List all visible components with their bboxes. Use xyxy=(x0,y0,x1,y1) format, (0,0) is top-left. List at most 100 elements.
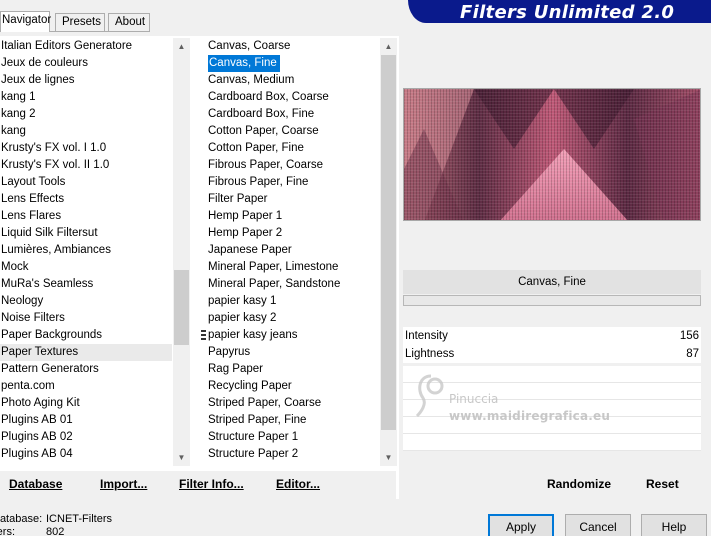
list-item[interactable]: Liquid Silk Filtersut xyxy=(0,225,172,242)
param-value: 156 xyxy=(679,330,699,342)
list-item[interactable]: Hemp Paper 2 xyxy=(207,225,379,242)
list-item[interactable]: Japanese Paper xyxy=(207,242,379,259)
list-item[interactable]: Canvas, Medium xyxy=(207,72,379,89)
list-item[interactable]: Cotton Paper, Fine xyxy=(207,140,379,157)
filters-count-value: 802 xyxy=(46,526,65,536)
preview-area: Canvas, Fine Intensity 156 Lightness 87 xyxy=(399,36,711,499)
help-button[interactable]: Help xyxy=(641,514,707,536)
list-item[interactable]: Canvas, Coarse xyxy=(207,38,379,55)
list-item[interactable]: Krusty's FX vol. I 1.0 xyxy=(0,140,172,157)
preview-button-bar: Randomize Reset xyxy=(399,471,711,499)
list-item[interactable]: Hemp Paper 1 xyxy=(207,208,379,225)
list-button-bar: Database Import... Filter Info... Editor… xyxy=(0,471,396,499)
param-value: 87 xyxy=(686,348,699,360)
list-item[interactable]: Pattern Generators xyxy=(0,361,172,378)
tab-navigator[interactable]: Navigator xyxy=(0,11,51,32)
list-item[interactable]: kang 1 xyxy=(0,89,172,106)
filter-info-button[interactable]: Filter Info... xyxy=(179,477,244,491)
import-button[interactable]: Import... xyxy=(100,477,147,491)
preview-image[interactable] xyxy=(403,88,701,221)
apply-button[interactable]: Apply xyxy=(488,514,554,536)
list-item[interactable]: Noise Filters xyxy=(0,310,172,327)
filter-list[interactable]: Canvas, Coarse Canvas, Fine Canvas, Medium… xyxy=(207,38,379,465)
param-intensity[interactable]: Intensity 156 xyxy=(403,327,701,345)
list-item[interactable]: Structure Paper 1 xyxy=(207,429,379,446)
list-item[interactable]: Mineral Paper, Limestone xyxy=(207,259,379,276)
list-item[interactable]: Lens Effects xyxy=(0,191,172,208)
list-item[interactable]: Cardboard Box, Coarse xyxy=(207,89,379,106)
preview-canvas-texture xyxy=(404,89,700,220)
list-item[interactable]: Plugins AB 01 xyxy=(0,412,172,429)
list-item[interactable]: Lens Flares xyxy=(0,208,172,225)
list-item[interactable]: Plugins AB 04 xyxy=(0,446,172,463)
tab-presets[interactable]: Presets xyxy=(55,13,105,31)
list-item[interactable]: Filter Paper xyxy=(207,191,379,208)
title-banner: Filters Unlimited 2.0 xyxy=(408,0,711,23)
scroll-down-icon[interactable]: ▼ xyxy=(173,449,190,466)
navigator-panel: Italian Editors Generatore Jeux de couleu… xyxy=(0,36,711,499)
list-item[interactable]: penta.com xyxy=(0,378,172,395)
list-item[interactable]: Paper Textures xyxy=(0,344,172,361)
list-item[interactable]: Fibrous Paper, Fine xyxy=(207,174,379,191)
list-item[interactable]: Mineral Paper, Sandstone xyxy=(207,276,379,293)
empty-row xyxy=(403,383,701,400)
list-marker xyxy=(201,330,206,332)
list-item[interactable]: Jeux de couleurs xyxy=(0,55,172,72)
list-item[interactable]: Italian Editors Generatore xyxy=(0,38,172,55)
scroll-down-icon[interactable]: ▼ xyxy=(380,449,397,466)
filters-count-label: Filters: xyxy=(0,526,15,536)
list-item[interactable]: Fibrous Paper, Coarse xyxy=(207,157,379,174)
list-item[interactable]: papier kasy 2 xyxy=(207,310,379,327)
list-item[interactable]: papier kasy 1 xyxy=(207,293,379,310)
list-item[interactable]: Striped Paper, Fine xyxy=(207,412,379,429)
empty-row xyxy=(403,417,701,434)
category-scrollbar[interactable]: ▲ ▼ xyxy=(173,38,190,466)
progress-bar xyxy=(403,295,701,306)
database-label: Database: xyxy=(0,513,43,525)
list-item[interactable]: Cotton Paper, Coarse xyxy=(207,123,379,140)
list-item[interactable]: Structure Paper 2 xyxy=(207,446,379,463)
database-button[interactable]: Database xyxy=(9,477,62,491)
editor-button[interactable]: Editor... xyxy=(276,477,320,491)
empty-row xyxy=(403,434,701,451)
list-item[interactable]: Striped Paper, Coarse xyxy=(207,395,379,412)
category-scroll-thumb[interactable] xyxy=(174,270,189,345)
scroll-up-icon[interactable]: ▲ xyxy=(380,38,397,55)
list-item[interactable]: Paper Backgrounds xyxy=(0,327,172,344)
list-item[interactable]: Krusty's FX vol. II 1.0 xyxy=(0,157,172,174)
list-item[interactable]: Lumières, Ambiances xyxy=(0,242,172,259)
list-marker xyxy=(201,338,206,340)
list-item[interactable]: kang 2 xyxy=(0,106,172,123)
filter-name-label: Canvas, Fine xyxy=(403,270,701,294)
param-name: Intensity xyxy=(405,330,448,342)
list-item[interactable]: Jeux de lignes xyxy=(0,72,172,89)
list-item[interactable]: Recycling Paper xyxy=(207,378,379,395)
filter-scroll-thumb[interactable] xyxy=(381,55,396,430)
parameter-list: Intensity 156 Lightness 87 xyxy=(403,327,701,363)
cancel-button[interactable]: Cancel xyxy=(565,514,631,536)
list-item[interactable]: Plugins AB 02 xyxy=(0,429,172,446)
filter-scrollbar[interactable]: ▲ ▼ xyxy=(380,38,397,466)
app-title: Filters Unlimited 2.0 xyxy=(460,2,675,23)
category-list[interactable]: Italian Editors Generatore Jeux de couleu… xyxy=(0,38,172,465)
param-lightness[interactable]: Lightness 87 xyxy=(403,345,701,363)
param-name: Lightness xyxy=(405,348,455,360)
list-item[interactable]: Rag Paper xyxy=(207,361,379,378)
tab-bar: Navigator Presets About xyxy=(0,11,150,32)
randomize-button[interactable]: Randomize xyxy=(547,477,611,491)
list-item[interactable]: Cardboard Box, Fine xyxy=(207,106,379,123)
selected-item-label: Canvas, Fine xyxy=(208,55,280,72)
list-item[interactable]: kang xyxy=(0,123,172,140)
list-item[interactable]: Photo Aging Kit xyxy=(0,395,172,412)
list-item[interactable]: MuRa's Seamless xyxy=(0,276,172,293)
reset-button[interactable]: Reset xyxy=(646,477,679,491)
list-item[interactable]: Mock xyxy=(0,259,172,276)
list-item[interactable]: Papyrus xyxy=(207,344,379,361)
list-item[interactable]: papier kasy jeans xyxy=(207,327,379,344)
list-item[interactable]: Layout Tools xyxy=(0,174,172,191)
empty-row xyxy=(403,366,701,383)
list-item[interactable]: Neology xyxy=(0,293,172,310)
tab-about[interactable]: About xyxy=(108,13,150,31)
scroll-up-icon[interactable]: ▲ xyxy=(173,38,190,55)
list-item[interactable]: Canvas, Fine xyxy=(207,55,379,72)
